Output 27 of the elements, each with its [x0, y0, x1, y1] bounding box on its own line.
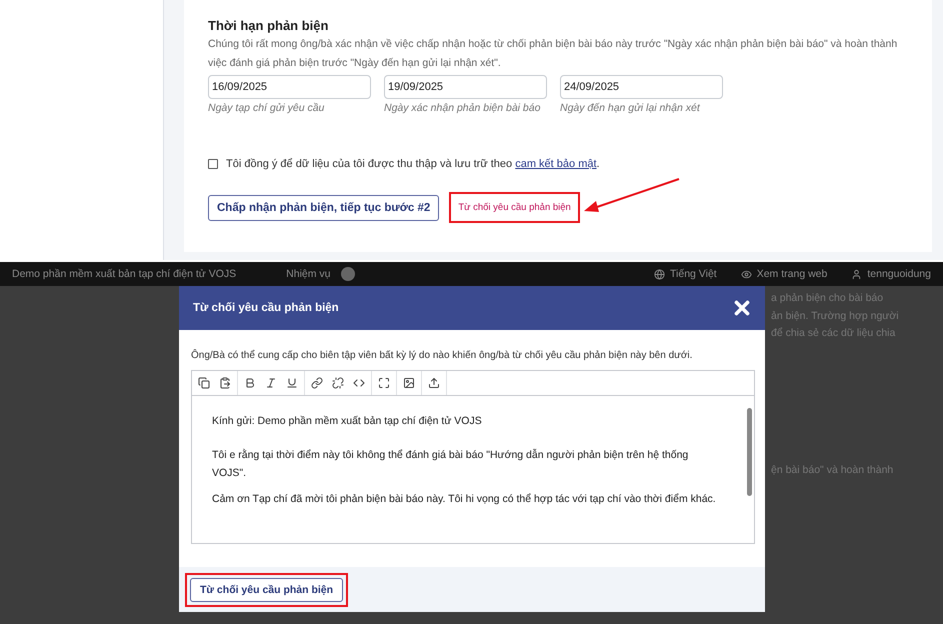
user-menu[interactable]: tennguoidung	[867, 268, 931, 280]
background-text: ện bài báo" và hoàn thành	[771, 462, 894, 478]
date-label: Ngày xác nhận phản biện bài báo	[384, 102, 542, 114]
date-label: Ngày tạp chí gửi yêu cầu	[208, 102, 326, 114]
date-label: Ngày đến hạn gửi lại nhận xét	[560, 102, 702, 114]
consent-text: Tôi đồng ý để dữ liệu của tôi được thu thập và lưu trữ theo cam kết bảo mật.	[226, 158, 600, 170]
editor-paragraph: Tôi e rằng tại thời điểm này tôi không thể đánh giá bài báo "Hướng dẫn người phản biện trên hệ thống VOJS".	[212, 448, 690, 481]
background-text: a phản biện cho bài báo	[771, 291, 884, 306]
privacy-link[interactable]: cam kết bảo mật	[515, 158, 597, 170]
editor-paragraph: Cảm ơn Tạp chí đã mời tôi phản biện bài báo này. Tôi hi vọng có thể hợp tác với tạp chí vào thời điểm khác.	[212, 492, 717, 507]
decline-submit-button[interactable]: Từ chối yêu cầu phản biện	[190, 578, 344, 602]
view-site-link[interactable]: Xem trang web	[756, 268, 828, 280]
section-description: Chúng tôi rất mong ông/bà xác nhận về việc chấp nhận hoặc từ chối phản biện bài báo này trước "Ngày xác nhận phản biện bài báo" và hoàn thành việc đánh giá phản biện trước "Ngày đến hạn gửi lại nhận xét".	[208, 37, 898, 71]
section-title: Thời hạn phản biện	[208, 18, 330, 33]
background-text: để chia sẻ các dữ liệu chia	[771, 326, 896, 341]
tasks-menu[interactable]: Nhiệm vụ	[286, 268, 331, 280]
date-field[interactable]: 19/09/2025	[384, 75, 547, 99]
date-field[interactable]: 24/09/2025	[560, 75, 723, 99]
site-title[interactable]: Demo phần mềm xuất bản tạp chí điện tử VOJS	[12, 268, 236, 280]
language-menu[interactable]: Tiếng Việt	[670, 268, 717, 280]
date-field[interactable]: 16/09/2025	[208, 75, 371, 99]
background-text: ản biện. Trường hợp người	[771, 308, 900, 324]
dialog-instructions: Ông/Bà có thể cung cấp cho biên tập viên bất kỳ lý do nào khiến ông/bà từ chối yêu cầu phản biện này bên dưới.	[191, 350, 694, 361]
decline-link[interactable]: Từ chối yêu cầu phản biện	[458, 202, 571, 213]
dialog-title: Từ chối yêu cầu phản biện	[193, 302, 339, 314]
accept-review-button[interactable]: Chấp nhận phản biện, tiếp tục bước #2	[208, 194, 440, 220]
editor-paragraph: Kính gửi: Demo phần mềm xuất bản tạp chí điện tử VOJS	[212, 414, 483, 429]
